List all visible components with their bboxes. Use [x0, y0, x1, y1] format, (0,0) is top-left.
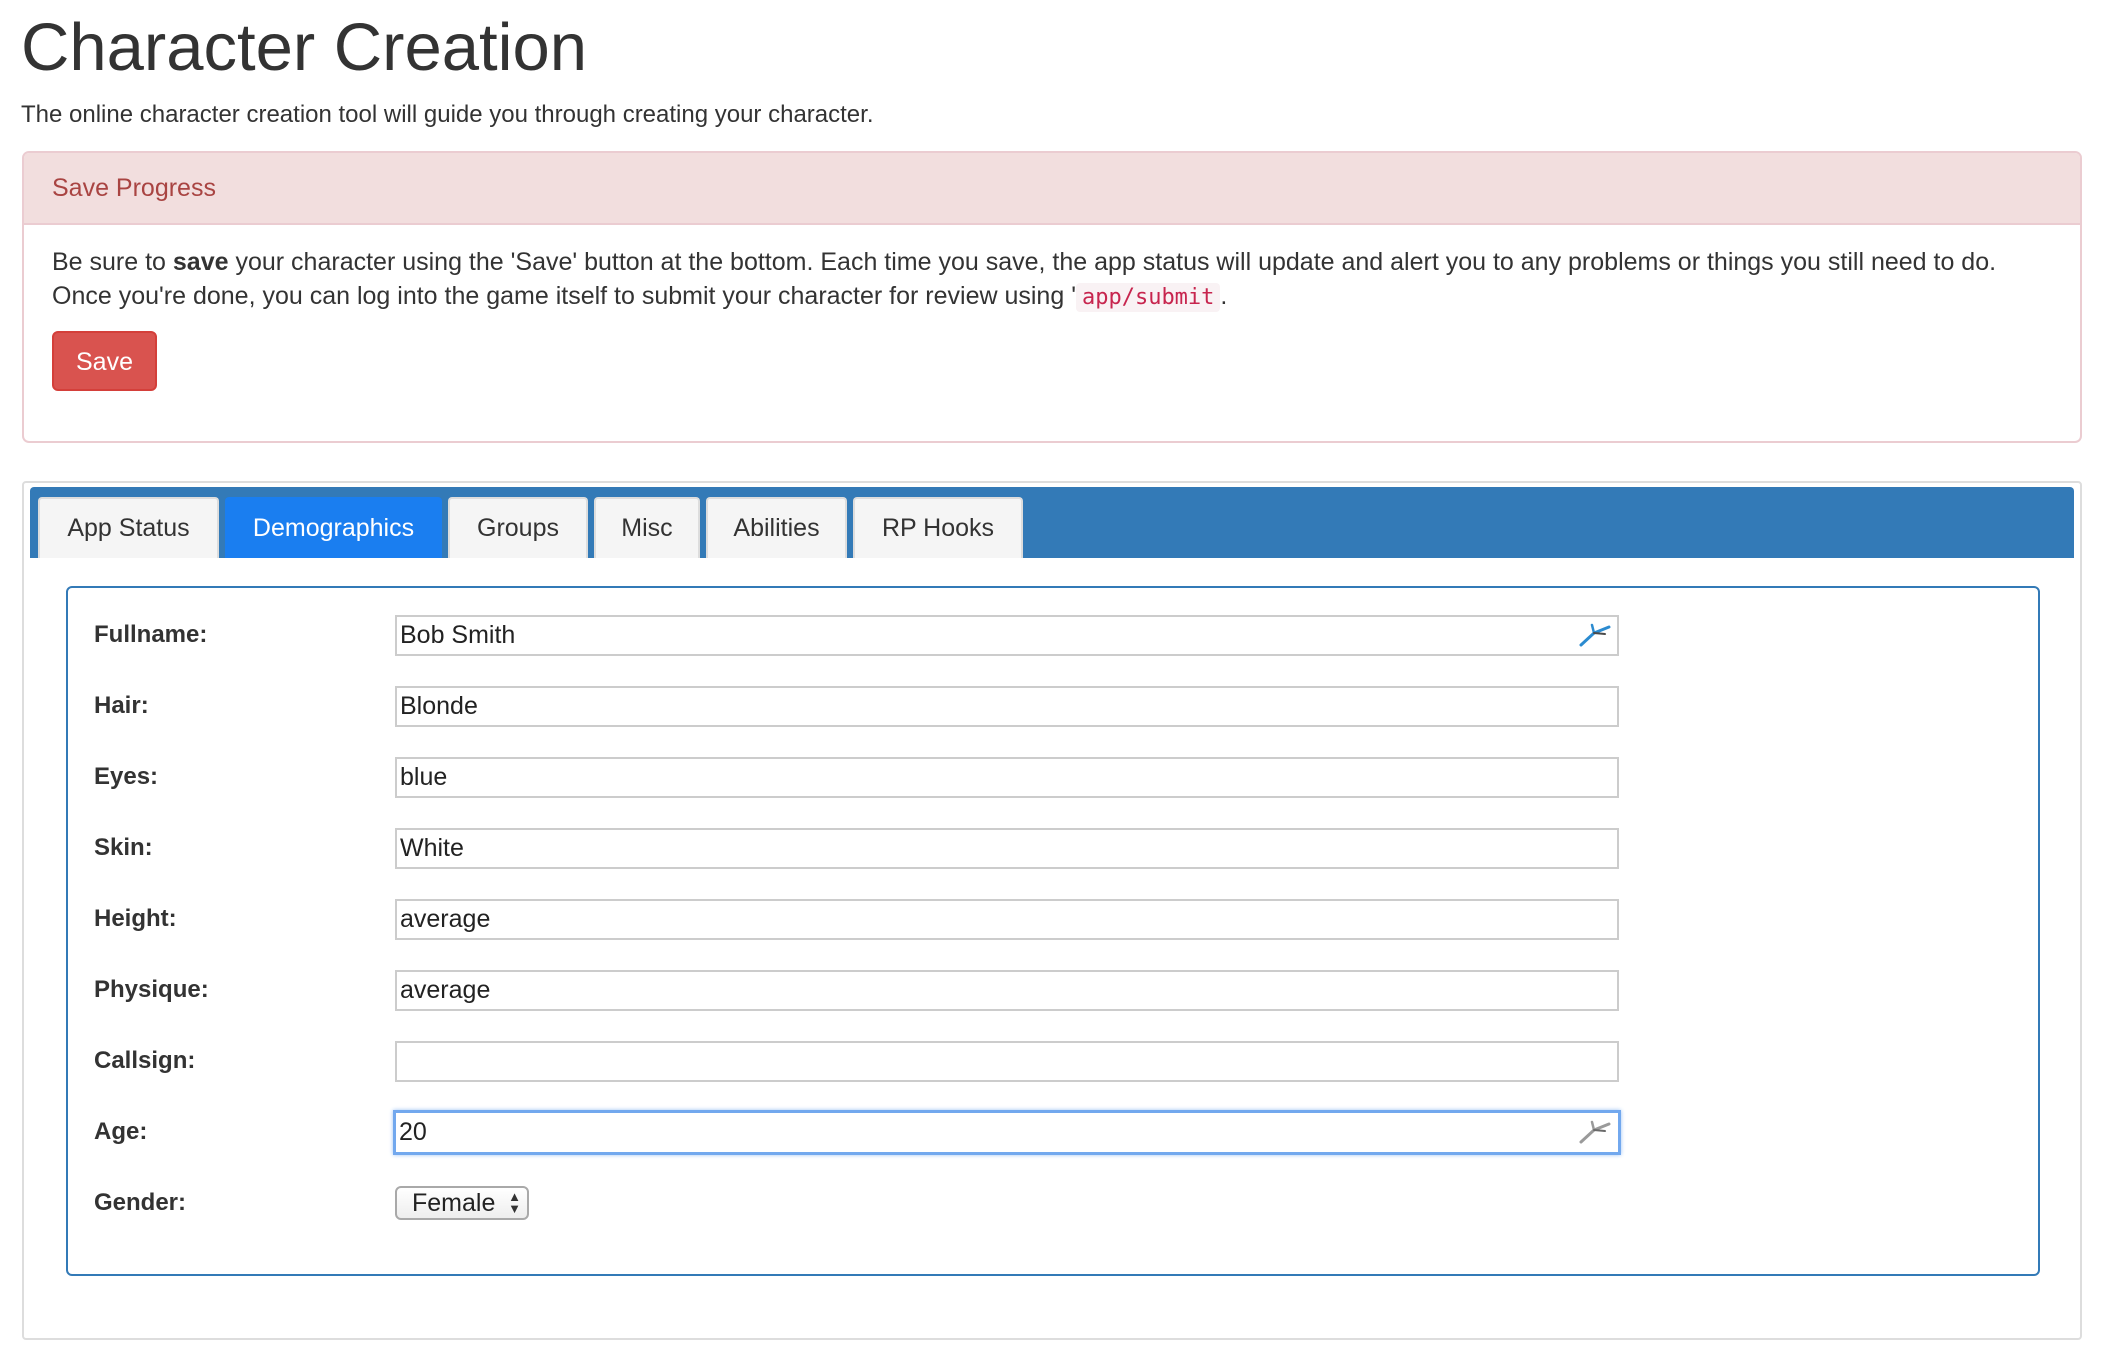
- save-progress-panel: Save Progress Be sure to save your chara…: [22, 151, 2082, 443]
- pen-icon[interactable]: [1578, 621, 1612, 649]
- fullname-row: Fullname:: [68, 615, 2038, 665]
- age-label: Age:: [94, 1118, 148, 1145]
- gender-select[interactable]: Female ▲ ▼: [395, 1186, 529, 1220]
- eyes-row: Eyes:: [68, 757, 2038, 807]
- save-text-3: .: [1220, 282, 1228, 310]
- skin-input[interactable]: [395, 828, 1619, 869]
- fullname-label: Fullname:: [94, 621, 208, 648]
- fullname-input[interactable]: [395, 615, 1619, 656]
- tab-misc[interactable]: Misc: [594, 497, 700, 558]
- hair-row: Hair:: [68, 686, 2038, 736]
- gender-label: Gender:: [94, 1189, 187, 1216]
- page-title: Character Creation: [21, 10, 588, 85]
- save-progress-heading: Save Progress: [24, 153, 2080, 225]
- save-instructions: Be sure to save your character using the…: [52, 245, 2052, 315]
- pen-icon[interactable]: [1578, 1118, 1612, 1146]
- save-text-2: your character using the 'Save' button a…: [52, 248, 1997, 310]
- height-input[interactable]: [395, 899, 1619, 940]
- hair-label: Hair:: [94, 692, 149, 719]
- callsign-row: Callsign:: [68, 1041, 2038, 1091]
- select-arrows-icon: ▲ ▼: [508, 1189, 521, 1216]
- save-text-bold: save: [172, 248, 229, 276]
- demographics-form: Fullname: Hair: Eyes: Skin:: [66, 586, 2040, 1276]
- eyes-label: Eyes:: [94, 763, 159, 790]
- gender-selected-value: Female: [412, 1189, 496, 1217]
- hair-input[interactable]: [395, 686, 1619, 727]
- submit-command-code: app/submit: [1075, 283, 1221, 312]
- height-label: Height:: [94, 905, 177, 932]
- tab-demographics[interactable]: Demographics: [225, 497, 442, 558]
- skin-label: Skin:: [94, 834, 153, 861]
- eyes-input[interactable]: [395, 757, 1619, 798]
- character-tabs-panel: App Status Demographics Groups Misc Abil…: [22, 481, 2082, 1340]
- age-row: Age:: [68, 1110, 2038, 1162]
- height-row: Height:: [68, 899, 2038, 949]
- tab-app-status[interactable]: App Status: [38, 497, 219, 558]
- tab-abilities[interactable]: Abilities: [706, 497, 847, 558]
- save-text-1: Be sure to: [52, 248, 173, 276]
- callsign-input[interactable]: [395, 1041, 1619, 1082]
- skin-row: Skin:: [68, 828, 2038, 878]
- tab-rp-hooks[interactable]: RP Hooks: [853, 497, 1023, 558]
- age-input[interactable]: [393, 1110, 1621, 1155]
- tab-bar: App Status Demographics Groups Misc Abil…: [30, 487, 2074, 558]
- page: Character Creation The online character …: [0, 0, 2116, 1364]
- physique-row: Physique:: [68, 970, 2038, 1020]
- callsign-label: Callsign:: [94, 1047, 196, 1074]
- physique-label: Physique:: [94, 976, 209, 1003]
- page-intro: The online character creation tool will …: [21, 101, 874, 128]
- save-progress-body: Be sure to save your character using the…: [24, 225, 2080, 391]
- tab-groups[interactable]: Groups: [448, 497, 588, 558]
- physique-input[interactable]: [395, 970, 1619, 1011]
- gender-row: Gender: Female ▲ ▼: [68, 1183, 2038, 1233]
- save-button[interactable]: Save: [52, 331, 157, 391]
